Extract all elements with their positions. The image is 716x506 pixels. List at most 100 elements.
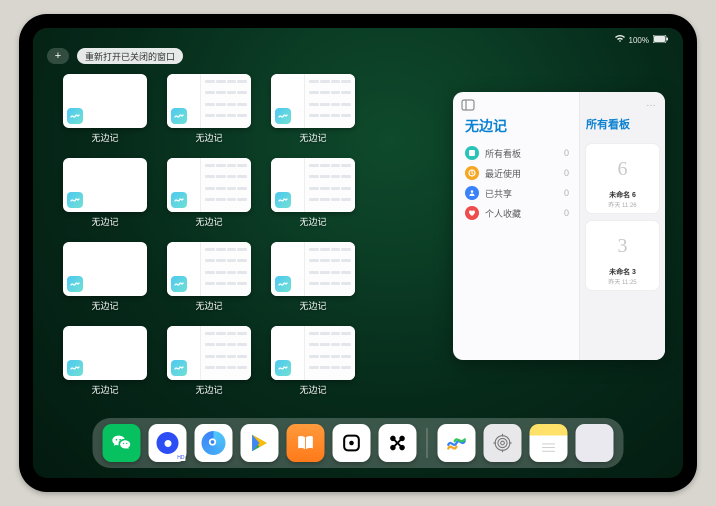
dock-app-wechat[interactable] <box>103 424 141 462</box>
panel-section-title: 所有看板 <box>586 116 659 132</box>
app-switcher-card[interactable]: 无边记 <box>271 74 355 144</box>
board-card[interactable]: 3未命名 3昨天 11:25 <box>586 221 659 290</box>
app-switcher-card[interactable]: 无边记 <box>167 242 251 312</box>
app-switcher-card[interactable]: 无边记 <box>63 326 147 396</box>
app-label: 无边记 <box>299 131 326 144</box>
dock-app-settings[interactable] <box>484 424 522 462</box>
freeform-icon <box>275 276 291 292</box>
app-label: 无边记 <box>299 383 326 396</box>
app-thumbnail <box>271 242 355 296</box>
app-switcher-card[interactable]: 无边记 <box>167 326 251 396</box>
dock-app-books[interactable] <box>287 424 325 462</box>
app-switcher-card[interactable]: 无边记 <box>63 242 147 312</box>
board-card[interactable]: 6未命名 6昨天 11:26 <box>586 144 659 213</box>
board-preview: 3 <box>595 225 651 267</box>
freeform-icon <box>171 360 187 376</box>
dock-app-freeform[interactable] <box>438 424 476 462</box>
menu-count: 0 <box>564 148 569 158</box>
top-controls: + 重新打开已关闭的窗口 <box>47 48 183 64</box>
app-switcher-card[interactable]: 无边记 <box>271 158 355 228</box>
board-name: 未命名 6 <box>609 190 636 200</box>
dock-app-connect[interactable] <box>379 424 417 462</box>
freeform-icon <box>275 108 291 124</box>
freeform-icon <box>67 192 83 208</box>
sidebar-item-个人收藏[interactable]: 个人收藏 0 <box>465 206 569 220</box>
app-label: 无边记 <box>195 131 222 144</box>
app-thumbnail <box>63 158 147 212</box>
app-switcher-grid: 无边记无边记无边记无边记无边记无边记无边记无边记无边记无边记无边记无边记 <box>63 74 355 396</box>
menu-count: 0 <box>564 208 569 218</box>
app-thumbnail <box>167 326 251 380</box>
dock-app-quark[interactable]: HD <box>149 424 187 462</box>
quark-icon <box>157 432 179 454</box>
dock-app-library[interactable] <box>576 424 614 462</box>
sidebar-item-已共享[interactable]: 已共享 0 <box>465 186 569 200</box>
browser-icon <box>202 431 226 455</box>
dock-app-notes[interactable] <box>530 424 568 462</box>
app-switcher-card[interactable]: 无边记 <box>63 158 147 228</box>
app-thumbnail <box>63 74 147 128</box>
freeform-panel[interactable]: 无边记 所有看板0最近使用0已共享0个人收藏0 … 所有看板 6未命名 6昨天 … <box>453 92 665 360</box>
ipad-frame: 100% + 重新打开已关闭的窗口 无边记无边记无边记无边记无边记无边记无边记无… <box>19 14 697 492</box>
board-name: 未命名 3 <box>609 267 636 277</box>
menu-label: 最近使用 <box>485 167 521 180</box>
ipad-screen: 100% + 重新打开已关闭的窗口 无边记无边记无边记无边记无边记无边记无边记无… <box>33 28 683 478</box>
app-label: 无边记 <box>299 215 326 228</box>
freeform-icon <box>275 192 291 208</box>
sidebar-menu: 所有看板 0 最近使用 0 已共享 0 个人收藏 0 <box>465 146 569 220</box>
app-label: 无边记 <box>195 215 222 228</box>
dock-app-square[interactable] <box>333 424 371 462</box>
app-label: 无边记 <box>91 383 118 396</box>
app-thumbnail <box>167 74 251 128</box>
sidebar-toggle-icon[interactable] <box>461 98 475 112</box>
board-preview: 6 <box>595 148 651 190</box>
freeform-icon <box>67 276 83 292</box>
menu-label: 已共享 <box>485 187 512 200</box>
sidebar-item-最近使用[interactable]: 最近使用 0 <box>465 166 569 180</box>
panel-sidebar: 无边记 所有看板 0 最近使用 0 已共享 0 个人收藏 0 <box>453 92 579 360</box>
reopen-closed-window-button[interactable]: 重新打开已关闭的窗口 <box>77 48 183 64</box>
app-thumbnail <box>167 158 251 212</box>
dock-app-play[interactable] <box>241 424 279 462</box>
board-time: 昨天 11:25 <box>608 277 636 286</box>
battery-text: 100% <box>629 36 649 45</box>
board-time: 昨天 11:26 <box>608 200 636 209</box>
freeform-icon <box>171 108 187 124</box>
freeform-icon <box>67 108 83 124</box>
menu-label: 所有看板 <box>485 147 521 160</box>
panel-content: … 所有看板 6未命名 6昨天 11:26 3未命名 3昨天 11:25 <box>579 92 665 360</box>
app-switcher-card[interactable]: 无边记 <box>63 74 147 144</box>
wifi-icon <box>615 35 625 45</box>
hd-badge: HD <box>176 455 185 461</box>
app-thumbnail <box>271 158 355 212</box>
app-thumbnail <box>63 326 147 380</box>
menu-count: 0 <box>564 188 569 198</box>
app-switcher-card[interactable]: 无边记 <box>271 242 355 312</box>
new-window-button[interactable]: + <box>47 48 69 64</box>
menu-icon <box>465 206 479 220</box>
dock-app-browser[interactable] <box>195 424 233 462</box>
panel-title: 无边记 <box>465 116 569 136</box>
plus-icon: + <box>55 50 61 62</box>
app-label: 无边记 <box>91 215 118 228</box>
app-switcher-card[interactable]: 无边记 <box>167 158 251 228</box>
reopen-label: 重新打开已关闭的窗口 <box>85 50 175 63</box>
app-label: 无边记 <box>195 383 222 396</box>
battery-icon <box>653 35 669 45</box>
menu-label: 个人收藏 <box>485 207 521 220</box>
status-icons: 100% <box>615 35 669 45</box>
freeform-icon <box>67 360 83 376</box>
freeform-icon <box>171 276 187 292</box>
app-label: 无边记 <box>91 131 118 144</box>
app-switcher-card[interactable]: 无边记 <box>271 326 355 396</box>
app-thumbnail <box>167 242 251 296</box>
app-label: 无边记 <box>195 299 222 312</box>
app-label: 无边记 <box>299 299 326 312</box>
menu-count: 0 <box>564 168 569 178</box>
freeform-icon <box>171 192 187 208</box>
sidebar-item-所有看板[interactable]: 所有看板 0 <box>465 146 569 160</box>
status-bar: 100% <box>33 32 683 48</box>
boards-list: 6未命名 6昨天 11:26 3未命名 3昨天 11:25 <box>586 144 659 290</box>
app-switcher-card[interactable]: 无边记 <box>167 74 251 144</box>
more-button[interactable]: … <box>646 98 657 109</box>
